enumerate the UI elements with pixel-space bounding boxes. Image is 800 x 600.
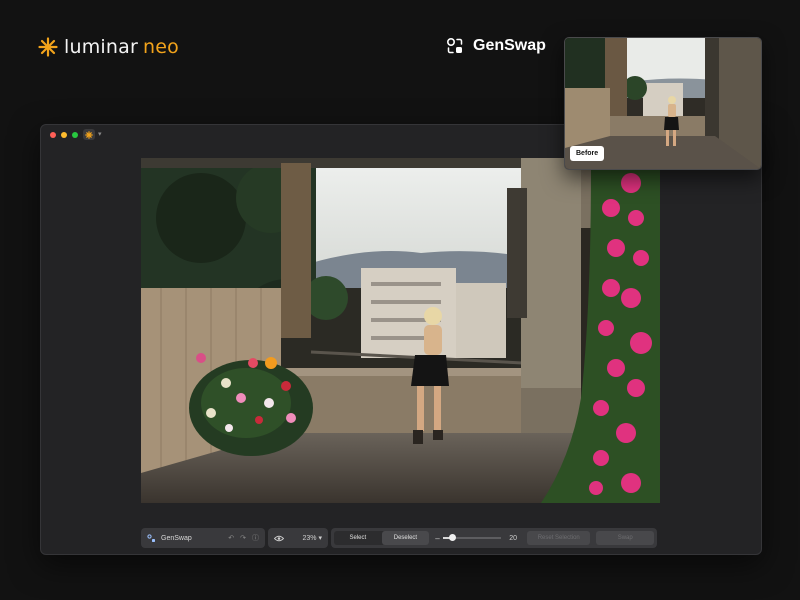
redo-icon[interactable]: ↷ [240, 534, 246, 542]
brand-name: luminar neo [64, 36, 179, 58]
undo-icon[interactable]: ↶ [228, 534, 234, 542]
view-panel: 23% ▾ [268, 528, 328, 548]
luminar-star-small-icon [85, 130, 93, 139]
close-window-button[interactable] [50, 132, 56, 138]
eye-icon[interactable] [274, 535, 284, 542]
before-badge: Before [570, 146, 605, 161]
minimize-window-button[interactable] [61, 132, 67, 138]
window-controls [50, 132, 78, 138]
bottom-toolbar: GenSwap ↶ ↷ ⓘ 23% ▾ Select Deselect – 20… [141, 528, 657, 548]
app-menu-button[interactable] [83, 129, 95, 140]
select-mode-button[interactable]: Select [334, 531, 382, 545]
luminar-star-icon [38, 37, 58, 57]
slider-track[interactable] [443, 534, 502, 541]
luminar-neo-logo: luminar neo [38, 36, 179, 58]
chevron-down-icon[interactable]: ▾ [98, 130, 102, 138]
brush-size-value: 20 [509, 534, 517, 542]
swap-button[interactable]: Swap [596, 531, 654, 545]
genswap-heading: GenSwap [446, 37, 546, 55]
brush-size-slider[interactable]: – 20 [435, 534, 517, 543]
balcony-photo [141, 158, 660, 503]
zoom-dropdown[interactable]: 23% ▾ [303, 534, 322, 542]
slider-knob[interactable] [448, 534, 456, 541]
app-window: ▾ GenSwap ↶ ↷ ⓘ 23% ▾ Select Deselect – … [40, 124, 762, 555]
tool-name-label: GenSwap [161, 534, 192, 542]
before-preview-card: Before [564, 37, 762, 170]
genswap-title: GenSwap [473, 37, 546, 54]
deselect-mode-button[interactable]: Deselect [381, 531, 430, 545]
maximize-window-button[interactable] [72, 132, 78, 138]
info-icon[interactable]: ⓘ [252, 533, 259, 543]
selection-mode-toggle: Select Deselect [334, 531, 430, 545]
genswap-tool-icon [147, 533, 155, 542]
genswap-icon [446, 37, 463, 54]
selection-panel: Select Deselect – 20 Reset Selection Swa… [331, 528, 657, 548]
minus-icon: – [435, 533, 440, 543]
tool-panel: GenSwap ↶ ↷ ⓘ [141, 528, 265, 548]
photo-canvas[interactable] [141, 158, 660, 503]
reset-selection-button[interactable]: Reset Selection [527, 531, 591, 545]
